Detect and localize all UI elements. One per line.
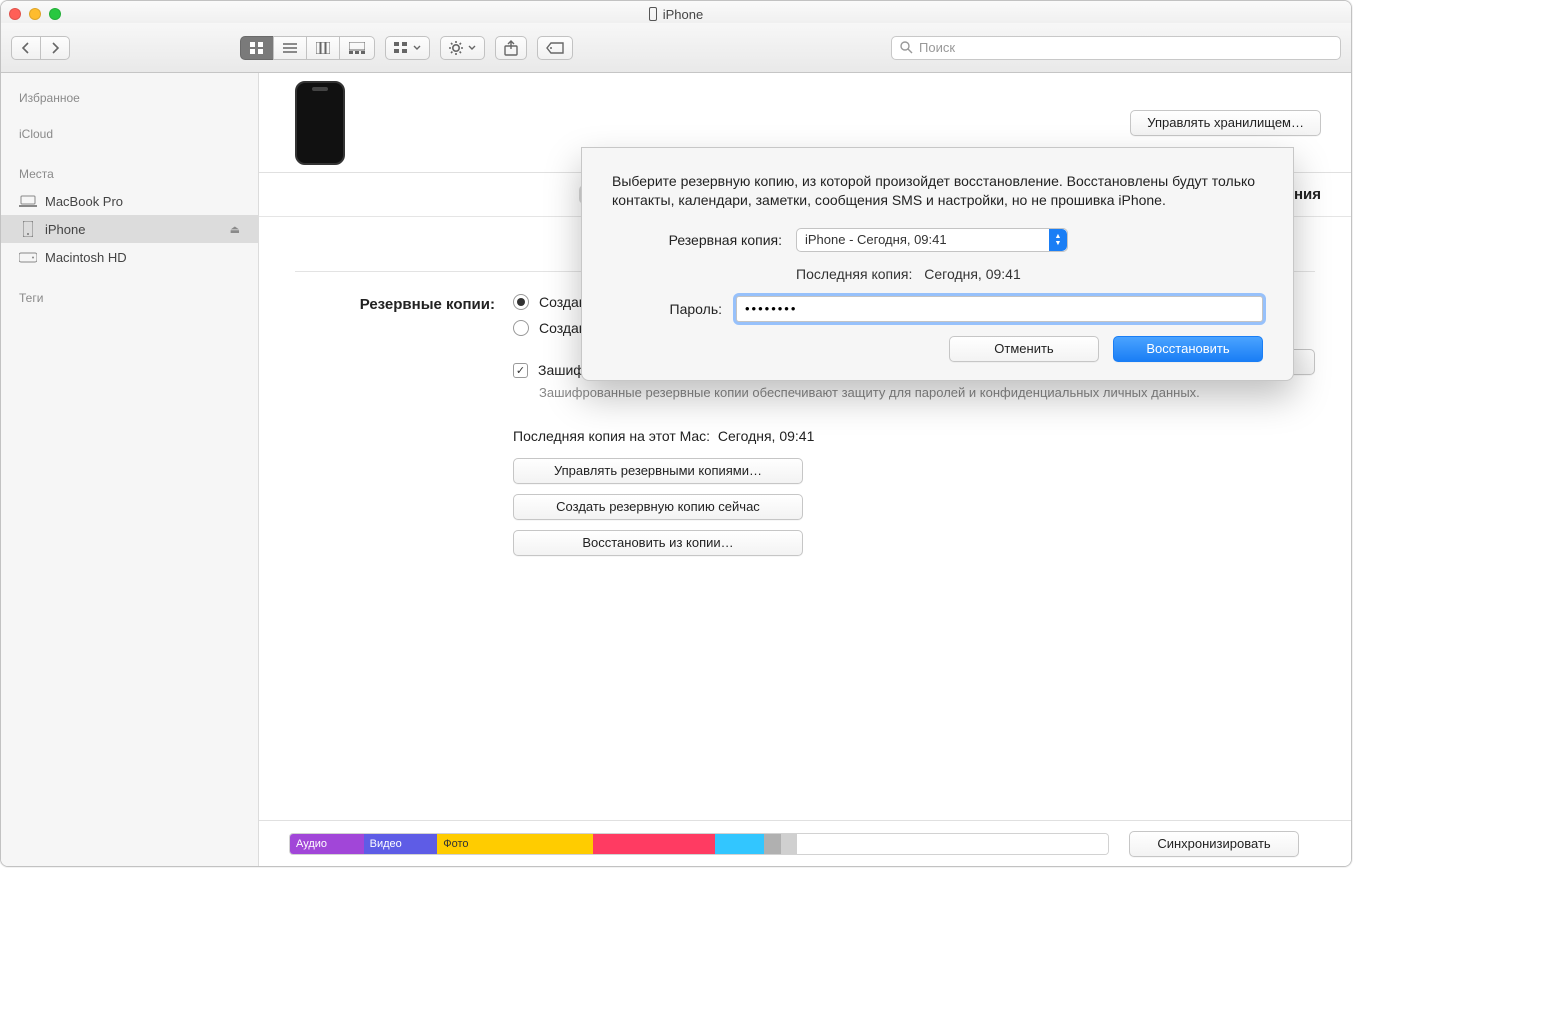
- backup-select-popup[interactable]: iPhone - Сегодня, 09:41 ▲▼: [796, 228, 1068, 252]
- cancel-button[interactable]: Отменить: [949, 336, 1099, 362]
- window-title-text: iPhone: [663, 7, 703, 22]
- password-input[interactable]: [736, 296, 1263, 322]
- last-backup-label: Последняя копия:: [796, 266, 912, 282]
- storage-usage-bar: Аудио Видео Фото: [289, 833, 1109, 855]
- usage-photo: Фото: [437, 834, 592, 854]
- backup-select-row: Резервная копия: iPhone - Сегодня, 09:41…: [612, 228, 1263, 252]
- gallery-view-button[interactable]: [339, 36, 375, 60]
- restore-backup-button[interactable]: Восстановить из копии…: [513, 530, 803, 556]
- sidebar-item-iphone[interactable]: iPhone ⏏: [1, 215, 258, 243]
- encrypt-hint: Зашифрованные резервные копии обеспечива…: [539, 384, 1315, 402]
- sidebar-item-label: Macintosh HD: [45, 250, 127, 265]
- radio-icon: [513, 320, 529, 336]
- nav-buttons: [11, 36, 70, 60]
- manage-backups-button[interactable]: Управлять резервными копиями…: [513, 458, 803, 484]
- backups-label: Резервные копии:: [295, 294, 495, 313]
- window-controls: [9, 8, 61, 20]
- chevron-updown-icon: ▲▼: [1049, 229, 1067, 251]
- usage-seg-4: [593, 834, 716, 854]
- sidebar-section-icloud: iCloud: [1, 121, 258, 147]
- restore-button[interactable]: Восстановить: [1113, 336, 1263, 362]
- sidebar-item-label: MacBook Pro: [45, 194, 123, 209]
- last-backup-row: Последняя копия: Сегодня, 09:41: [612, 266, 1263, 282]
- finder-window: iPhone: [0, 0, 1352, 867]
- password-label: Пароль:: [612, 301, 722, 317]
- list-view-button[interactable]: [273, 36, 306, 60]
- content: Управлять хранилищем… О Фото Файлы Сведе…: [259, 73, 1351, 866]
- back-button[interactable]: [11, 36, 40, 60]
- sidebar-item-macbook[interactable]: MacBook Pro: [1, 187, 258, 215]
- toolbar: Поиск: [1, 23, 1351, 73]
- sidebar-section-tags: Теги: [1, 285, 258, 311]
- share-button[interactable]: [495, 36, 527, 60]
- sidebar-item-label: iPhone: [45, 222, 85, 237]
- password-row: Пароль:: [612, 296, 1263, 322]
- view-mode-buttons: [240, 36, 375, 60]
- backup-now-button[interactable]: Создать резервную копию сейчас: [513, 494, 803, 520]
- column-view-button[interactable]: [306, 36, 339, 60]
- bottom-bar: Аудио Видео Фото Синхронизировать: [259, 820, 1351, 866]
- body: Избранное iCloud Места MacBook Pro iPhon…: [1, 73, 1351, 866]
- backup-select-label: Резервная копия:: [612, 232, 782, 248]
- last-backup-label: Последняя копия на этот Mac:: [513, 428, 710, 444]
- drive-icon: [19, 250, 37, 264]
- close-window-button[interactable]: [9, 8, 21, 20]
- usage-audio: Аудио: [290, 834, 364, 854]
- device-icon: [649, 7, 657, 21]
- icon-view-button[interactable]: [240, 36, 273, 60]
- last-backup-line: Последняя копия на этот Mac: Сегодня, 09…: [513, 428, 1315, 444]
- dialog-lead: Выберите резервную копию, из которой про…: [612, 172, 1263, 210]
- titlebar: iPhone: [1, 1, 1351, 23]
- sidebar-section-locations: Места: [1, 161, 258, 187]
- usage-free: [797, 834, 1108, 854]
- phone-icon: [19, 222, 37, 236]
- sync-button[interactable]: Синхронизировать: [1129, 831, 1299, 857]
- last-backup-value: Сегодня, 09:41: [718, 428, 814, 444]
- sidebar: Избранное iCloud Места MacBook Pro iPhon…: [1, 73, 259, 866]
- search-field[interactable]: Поиск: [891, 36, 1341, 60]
- restore-dialog: Выберите резервную копию, из которой про…: [581, 147, 1294, 381]
- manage-storage-button[interactable]: Управлять хранилищем…: [1130, 110, 1321, 136]
- tag-button[interactable]: [537, 36, 573, 60]
- action-button[interactable]: [440, 36, 485, 60]
- window-title: iPhone: [61, 7, 1291, 22]
- laptop-icon: [19, 194, 37, 208]
- radio-icon: [513, 294, 529, 310]
- last-backup-value: Сегодня, 09:41: [924, 266, 1020, 282]
- backup-select-value: iPhone - Сегодня, 09:41: [805, 232, 947, 247]
- usage-seg-6: [764, 834, 780, 854]
- eject-icon[interactable]: ⏏: [230, 223, 240, 236]
- usage-video: Видео: [364, 834, 438, 854]
- sidebar-item-macintosh[interactable]: Macintosh HD: [1, 243, 258, 271]
- group-button[interactable]: [385, 36, 430, 60]
- minimize-window-button[interactable]: [29, 8, 41, 20]
- checkbox-icon: ✓: [513, 363, 528, 378]
- dialog-buttons: Отменить Восстановить: [612, 336, 1263, 362]
- usage-seg-5: [715, 834, 764, 854]
- forward-button[interactable]: [40, 36, 70, 60]
- search-icon: [900, 41, 913, 54]
- usage-seg-7: [781, 834, 797, 854]
- device-image: [295, 81, 345, 165]
- sidebar-section-favorites: Избранное: [1, 85, 258, 111]
- zoom-window-button[interactable]: [49, 8, 61, 20]
- search-placeholder: Поиск: [919, 40, 955, 55]
